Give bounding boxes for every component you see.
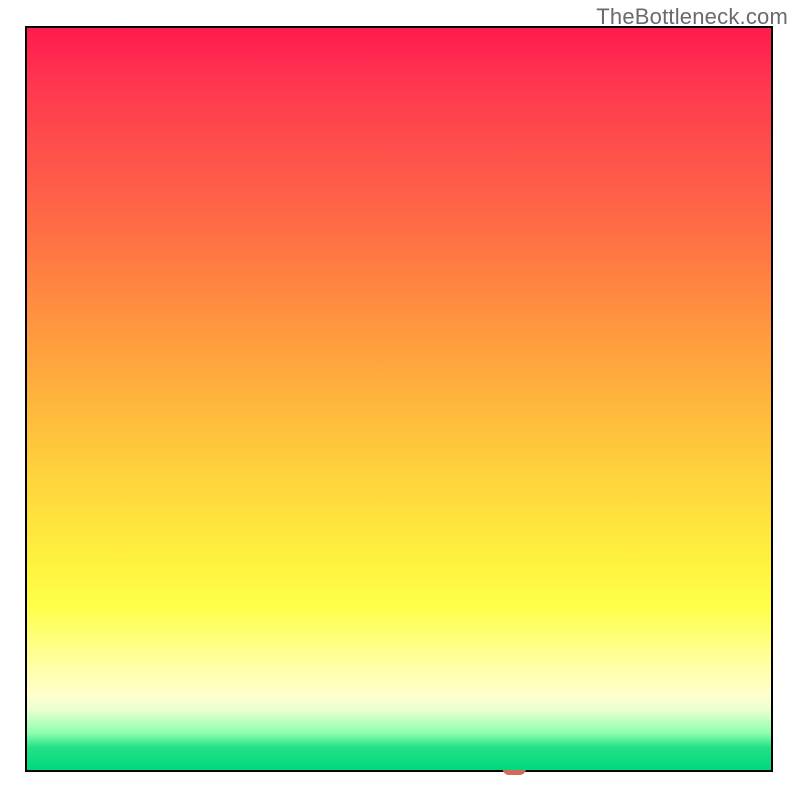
plot-area bbox=[27, 28, 771, 770]
background-gradient bbox=[27, 28, 771, 770]
bottleneck-chart: TheBottleneck.com bbox=[0, 0, 800, 800]
watermark-text: TheBottleneck.com bbox=[596, 4, 788, 30]
